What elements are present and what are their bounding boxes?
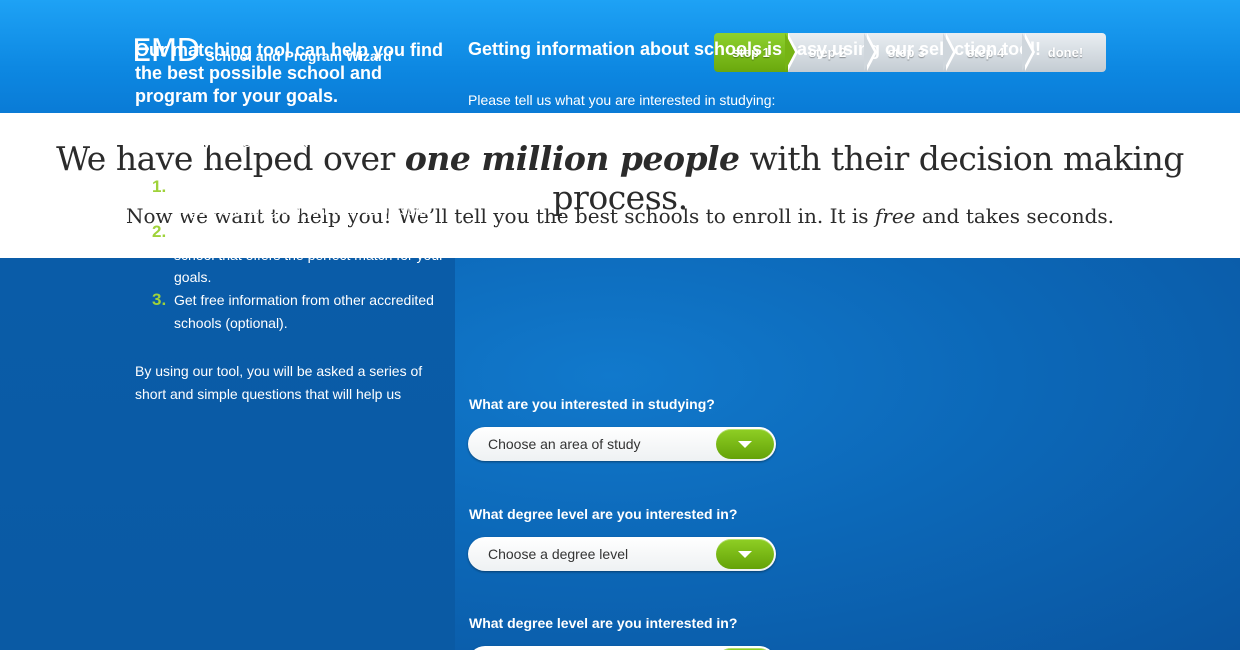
step-text: Tell us about yourself. Let us know the …: [174, 179, 427, 218]
list-item: 1. Tell us about yourself. Let us know th…: [152, 176, 447, 221]
selection-intro: Please tell us what you are interested i…: [468, 92, 776, 108]
step-number: 3.: [152, 289, 167, 309]
chevron-right-icon: [943, 32, 956, 71]
chevron-right-icon: [1022, 32, 1035, 71]
hero-sub-emphasis: free: [874, 204, 916, 228]
info-footer: By using our tool, you will be asked a s…: [135, 363, 423, 402]
step-text: Get free information from other accredit…: [174, 291, 434, 331]
step-text: Research and receive information from th…: [174, 224, 444, 286]
degree-level-select-2[interactable]: [468, 646, 776, 650]
info-heading: Our matching tool can help you find the …: [135, 40, 444, 106]
list-item: 2. Research and receive information from …: [152, 221, 447, 289]
study-area-value: Choose an area of study: [488, 436, 641, 452]
hero-title-emphasis: one million people: [404, 139, 740, 178]
chevron-down-icon: [738, 551, 752, 558]
dropdown-button[interactable]: [716, 539, 774, 569]
info-subheading: Just 3 easy steps and you’ll be on your …: [135, 134, 431, 150]
study-area-select[interactable]: Choose an area of study: [468, 427, 776, 461]
degree-level-label-2: What degree level are you interested in?: [469, 615, 738, 631]
degree-level-label: What degree level are you interested in?: [469, 506, 738, 522]
hero-sub-end: and takes seconds.: [915, 204, 1115, 228]
chevron-down-icon: [738, 441, 752, 448]
chevron-right-icon: [785, 32, 798, 71]
list-item: 3. Get free information from other accred…: [152, 289, 447, 334]
chevron-right-icon: [864, 32, 877, 71]
step-number: 1.: [152, 177, 167, 196]
steps-list: 1. Tell us about yourself. Let us know th…: [152, 176, 447, 334]
step-number: 2.: [152, 222, 167, 242]
study-area-label: What are you interested in studying?: [469, 396, 715, 412]
degree-level-select[interactable]: Choose a degree level: [468, 537, 776, 571]
dropdown-button[interactable]: [716, 429, 774, 459]
step-done-label: done!: [1047, 45, 1084, 60]
degree-level-value: Choose a degree level: [488, 546, 629, 562]
